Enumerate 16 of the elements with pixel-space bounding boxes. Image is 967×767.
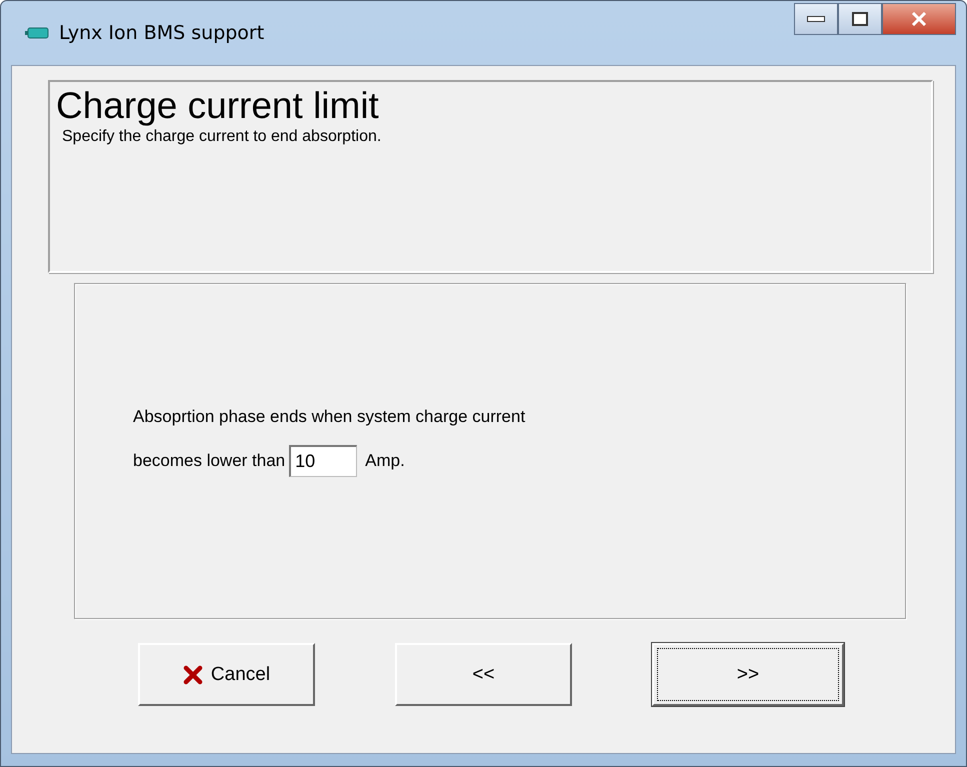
maximize-button[interactable] bbox=[838, 3, 882, 35]
nav-button[interactable]: >> bbox=[652, 643, 844, 706]
field-label: becomes lower than bbox=[133, 451, 286, 471]
description-text: Absoprtion phase ends when system charge current bbox=[133, 407, 526, 428]
cross-icon bbox=[182, 664, 203, 684]
minimize-button[interactable] bbox=[794, 3, 838, 35]
cancel-button[interactable]: Cancel bbox=[138, 643, 315, 706]
page-title: Charge current limit bbox=[56, 86, 380, 126]
close-icon bbox=[911, 12, 927, 26]
window-title: Lynx Ion BMS support bbox=[59, 22, 264, 44]
page-subtitle: Specify the charge current to end absorption. bbox=[61, 128, 382, 146]
close-button[interactable] bbox=[882, 3, 956, 35]
battery-icon bbox=[25, 25, 51, 41]
nav-button[interactable]: << bbox=[395, 643, 572, 706]
current-input-field[interactable]: 10 bbox=[289, 445, 358, 477]
unit-label: Amp. bbox=[365, 451, 405, 471]
